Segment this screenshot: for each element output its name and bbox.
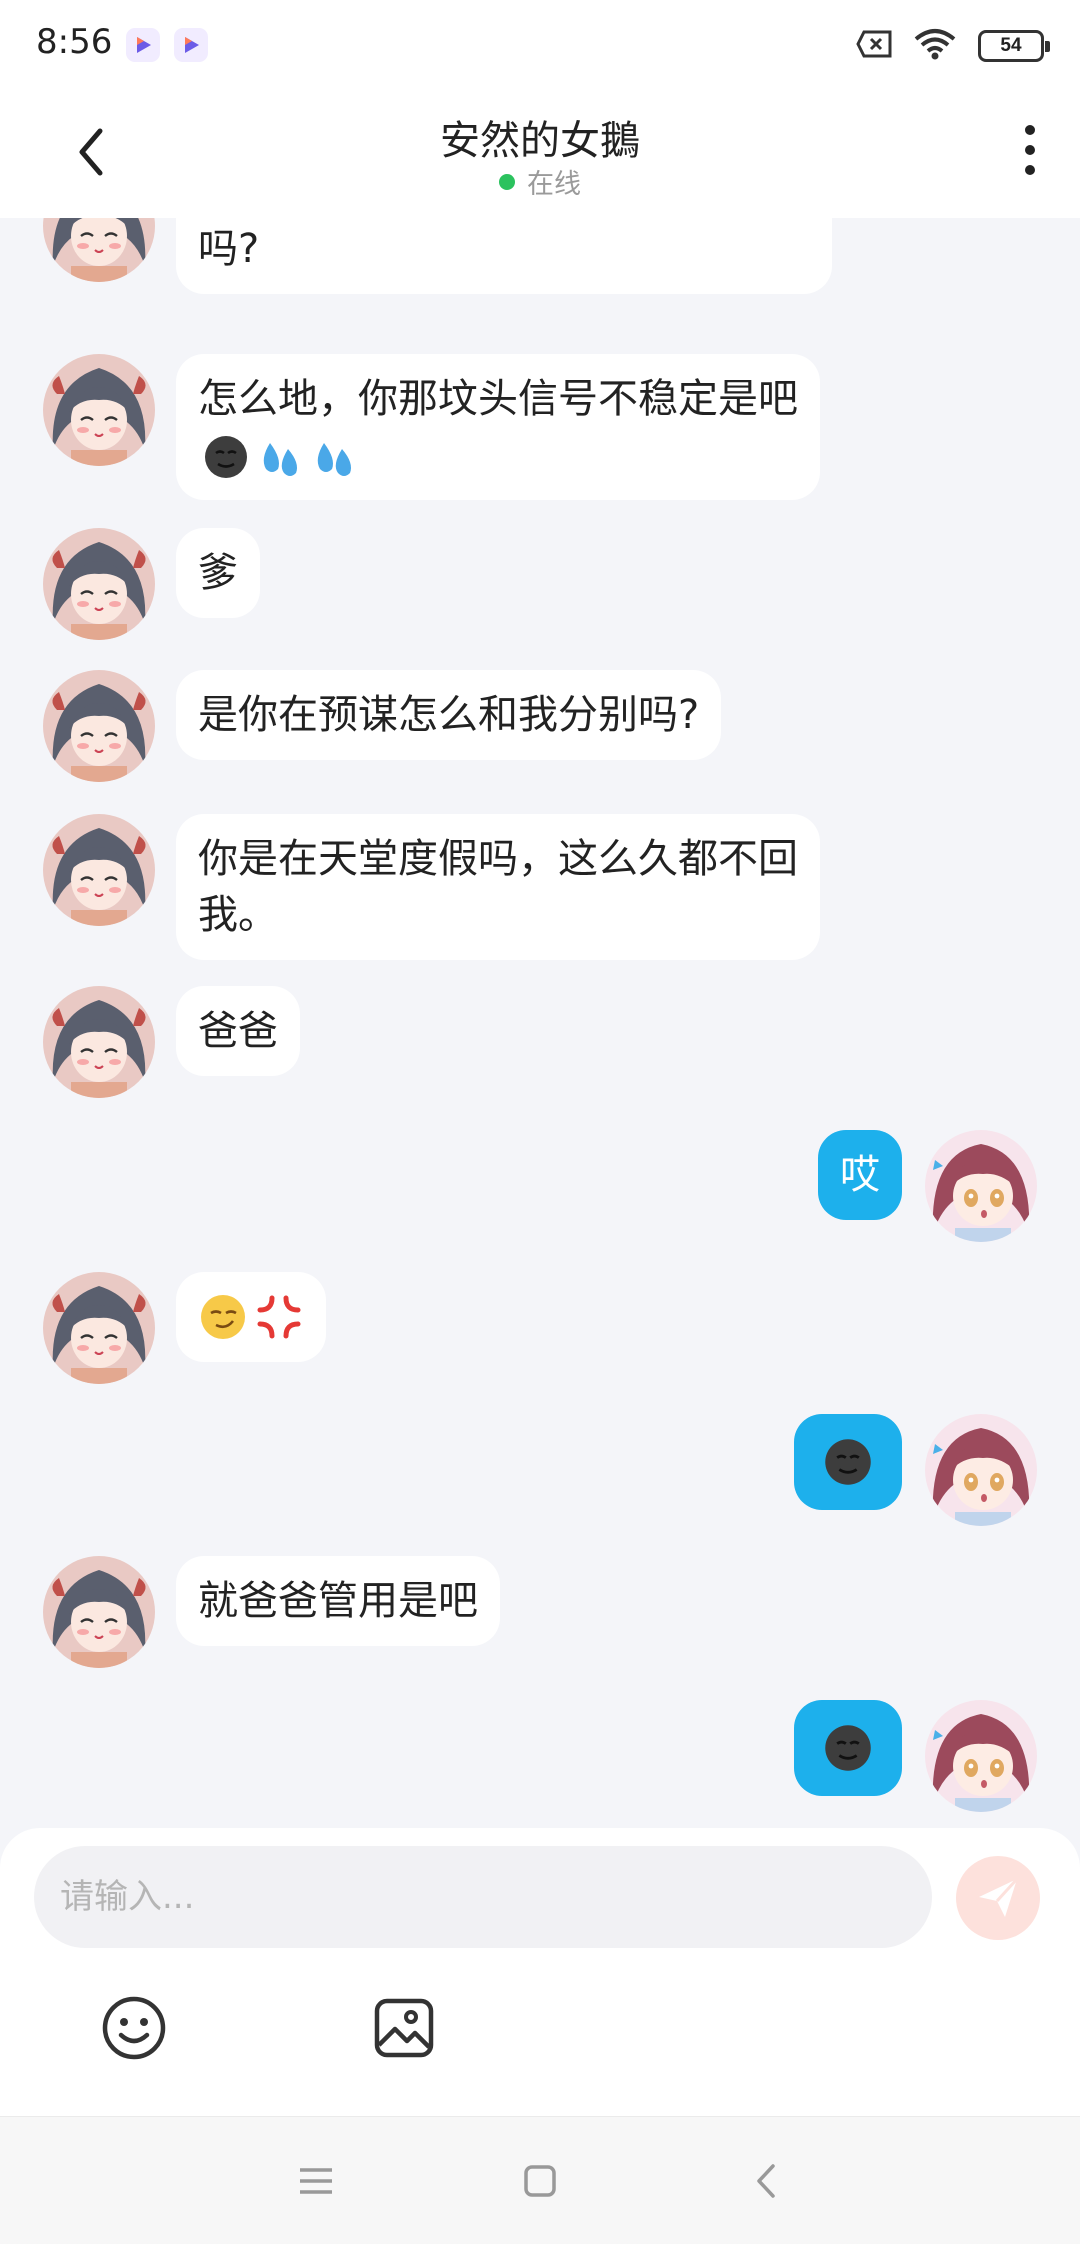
video-app-icon bbox=[174, 28, 208, 62]
no-sim-icon bbox=[856, 30, 892, 62]
wifi-icon bbox=[914, 28, 956, 64]
message-bubble[interactable] bbox=[176, 1272, 326, 1362]
home-button[interactable] bbox=[512, 2155, 568, 2207]
contact-avatar[interactable] bbox=[43, 1556, 155, 1668]
message-bubble[interactable]: 是地球引力引导你手摁不上屏幕了吗? bbox=[176, 218, 832, 294]
battery-icon: 54 bbox=[978, 30, 1050, 62]
chevron-left-icon bbox=[757, 2164, 775, 2198]
contact-avatar[interactable] bbox=[43, 1272, 155, 1384]
composer bbox=[0, 1828, 1080, 2116]
contact-avatar[interactable] bbox=[43, 986, 155, 1098]
message-bubble[interactable] bbox=[794, 1700, 902, 1796]
message-bubble[interactable]: 爹 bbox=[176, 528, 260, 618]
chat-header: 安然的女鵝 在线 bbox=[0, 90, 1080, 218]
more-vertical-icon bbox=[1025, 125, 1035, 135]
contact-avatar[interactable] bbox=[43, 354, 155, 466]
contact-name: 安然的女鵝 bbox=[440, 118, 640, 164]
dark-face-emoji bbox=[825, 1439, 871, 1485]
message-bubble[interactable]: 怎么地，你那坟头信号不稳定是吧 bbox=[176, 354, 820, 500]
sweat-drops-emoji bbox=[263, 443, 297, 476]
status-time: 8:56 bbox=[36, 22, 113, 62]
video-app-icon bbox=[126, 28, 160, 62]
image-icon bbox=[374, 1998, 434, 2058]
message-bubble[interactable]: 是你在预谋怎么和我分别吗? bbox=[176, 670, 722, 760]
home-square-icon bbox=[524, 2165, 556, 2197]
anger-emoji bbox=[257, 1295, 301, 1339]
back-nav-button[interactable] bbox=[738, 2155, 794, 2207]
online-dot bbox=[499, 173, 515, 190]
presence-status: 在线 bbox=[0, 162, 1080, 201]
my-avatar[interactable] bbox=[925, 1414, 1037, 1526]
send-icon bbox=[979, 1877, 1019, 1917]
message-input[interactable] bbox=[34, 1846, 932, 1948]
dark-face-emoji bbox=[825, 1725, 871, 1771]
smiley-icon bbox=[102, 1996, 166, 2060]
my-avatar[interactable] bbox=[925, 1700, 1037, 1812]
more-options-button[interactable] bbox=[1010, 120, 1050, 180]
my-avatar[interactable] bbox=[925, 1130, 1037, 1242]
presence-text: 在线 bbox=[527, 169, 581, 200]
image-button[interactable] bbox=[368, 1992, 440, 2064]
system-nav-bar bbox=[0, 2116, 1080, 2244]
contact-avatar[interactable] bbox=[43, 218, 155, 282]
smirk-emoji bbox=[201, 1295, 245, 1339]
message-bubble[interactable]: 爸爸 bbox=[176, 986, 300, 1076]
contact-avatar[interactable] bbox=[43, 670, 155, 782]
send-button[interactable] bbox=[956, 1856, 1040, 1940]
message-bubble[interactable]: 你是在天堂度假吗，这么久都不回我。 bbox=[176, 814, 820, 960]
status-bar: 8:56 54 bbox=[0, 0, 1080, 90]
emoji-button[interactable] bbox=[98, 1992, 170, 2064]
dark-face-emoji bbox=[205, 436, 247, 478]
message-bubble[interactable] bbox=[794, 1414, 902, 1510]
message-list[interactable]: 是地球引力引导你手摁不上屏幕了吗? 怎么地，你那坟头信号不稳定是吧 爹 是你在预… bbox=[0, 218, 1080, 1828]
recents-button[interactable] bbox=[288, 2155, 344, 2207]
message-text: 怎么地，你那坟头信号不稳定是吧 bbox=[198, 376, 798, 422]
message-bubble[interactable]: 哎 bbox=[818, 1130, 902, 1220]
battery-level: 54 bbox=[1000, 35, 1022, 56]
contact-avatar[interactable] bbox=[43, 528, 155, 640]
message-bubble[interactable]: 就爸爸管用是吧 bbox=[176, 1556, 500, 1646]
sweat-drops-emoji bbox=[317, 443, 351, 476]
contact-avatar[interactable] bbox=[43, 814, 155, 926]
menu-icon bbox=[300, 2168, 332, 2194]
